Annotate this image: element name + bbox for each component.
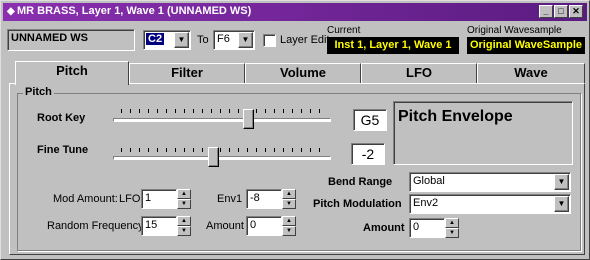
spin-down-icon[interactable]: ▼ bbox=[177, 199, 191, 209]
root-key-value: G5 bbox=[353, 109, 387, 131]
random-amount-input[interactable]: 0 bbox=[246, 216, 282, 236]
app-icon: ◆ bbox=[7, 6, 15, 17]
fine-tune-slider-thumb[interactable] bbox=[208, 147, 220, 167]
env1-label: Env1 bbox=[217, 193, 243, 205]
tab-wave[interactable]: Wave bbox=[477, 63, 585, 83]
wave-name-display: UNNAMED WS bbox=[7, 29, 135, 51]
bend-range-select[interactable]: Global ▼ bbox=[409, 172, 571, 192]
tab-volume[interactable]: Volume bbox=[245, 63, 361, 83]
bend-range-label: Bend Range bbox=[328, 176, 393, 188]
spin-down-icon[interactable]: ▼ bbox=[282, 226, 296, 236]
spin-up-icon[interactable]: ▲ bbox=[282, 216, 296, 226]
pitch-group-title: Pitch bbox=[23, 86, 54, 98]
spin-up-icon[interactable]: ▲ bbox=[177, 216, 191, 226]
to-label: To bbox=[197, 34, 209, 46]
modulation-amount-spinner[interactable]: ▲ ▼ bbox=[445, 218, 459, 238]
current-value: Inst 1, Layer 1, Wave 1 bbox=[327, 37, 459, 54]
random-frequency-spinner[interactable]: ▲ ▼ bbox=[177, 216, 191, 236]
fine-tune-track[interactable] bbox=[113, 156, 331, 160]
spin-down-icon[interactable]: ▼ bbox=[177, 226, 191, 236]
spin-down-icon[interactable]: ▼ bbox=[282, 199, 296, 209]
from-key-select[interactable]: C2 ▼ bbox=[143, 30, 191, 50]
maximize-button[interactable]: □ bbox=[554, 5, 568, 18]
tab-filter[interactable]: Filter bbox=[129, 63, 245, 83]
spin-up-icon[interactable]: ▲ bbox=[282, 189, 296, 199]
chevron-down-icon[interactable]: ▼ bbox=[174, 32, 189, 48]
window-title: MR BRASS, Layer 1, Wave 1 (UNNAMED WS) bbox=[17, 5, 252, 17]
random-frequency-input[interactable]: 15 bbox=[141, 216, 177, 236]
chevron-down-icon[interactable]: ▼ bbox=[238, 32, 253, 48]
bend-range-value: Global bbox=[413, 175, 445, 187]
pitch-modulation-select[interactable]: Env2 ▼ bbox=[409, 194, 571, 214]
root-key-ticks bbox=[121, 109, 325, 113]
root-key-track[interactable] bbox=[113, 118, 331, 122]
tab-lfo[interactable]: LFO bbox=[361, 63, 477, 83]
modulation-amount-input[interactable]: 0 bbox=[409, 218, 445, 238]
tab-pitch[interactable]: Pitch bbox=[15, 61, 129, 85]
current-label: Current bbox=[327, 25, 361, 36]
lfo-label: LFO bbox=[119, 193, 141, 205]
chevron-down-icon[interactable]: ▼ bbox=[554, 196, 569, 212]
title-bar[interactable]: ◆ MR BRASS, Layer 1, Wave 1 (UNNAMED WS)… bbox=[3, 3, 587, 21]
random-frequency-label: Random Frequency bbox=[47, 220, 144, 232]
env1-amount-input[interactable]: -8 bbox=[246, 189, 282, 209]
to-key-value: F6 bbox=[217, 33, 230, 45]
fine-tune-label: Fine Tune bbox=[37, 144, 89, 156]
original-wavesample-value: Original WaveSample bbox=[467, 37, 585, 54]
spin-up-icon[interactable]: ▲ bbox=[177, 189, 191, 199]
modulation-amount-label: Amount bbox=[363, 222, 405, 234]
spin-down-icon[interactable]: ▼ bbox=[445, 228, 459, 238]
spin-up-icon[interactable]: ▲ bbox=[445, 218, 459, 228]
random-amount-spinner[interactable]: ▲ ▼ bbox=[282, 216, 296, 236]
root-key-label: Root Key bbox=[37, 112, 86, 124]
pitch-modulation-label: Pitch Modulation bbox=[313, 198, 402, 210]
lfo-amount-spinner[interactable]: ▲ ▼ bbox=[177, 189, 191, 209]
minimize-button[interactable]: _ bbox=[539, 5, 553, 18]
from-key-value: C2 bbox=[146, 33, 165, 45]
main-window: ◆ MR BRASS, Layer 1, Wave 1 (UNNAMED WS)… bbox=[0, 0, 590, 260]
fine-tune-ticks bbox=[121, 148, 325, 152]
layer-edit-label: Layer Edit bbox=[280, 34, 330, 46]
random-amount-label: Amount bbox=[206, 220, 244, 232]
original-wavesample-label: Original Wavesample bbox=[467, 25, 562, 36]
chevron-down-icon[interactable]: ▼ bbox=[554, 174, 569, 190]
env1-amount-spinner[interactable]: ▲ ▼ bbox=[282, 189, 296, 209]
fine-tune-value: -2 bbox=[351, 143, 385, 165]
close-button[interactable]: ✕ bbox=[569, 5, 583, 18]
pitch-envelope-box: Pitch Envelope bbox=[393, 101, 573, 165]
root-key-slider-thumb[interactable] bbox=[243, 109, 255, 129]
pitch-modulation-value: Env2 bbox=[413, 197, 439, 209]
to-key-select[interactable]: F6 ▼ bbox=[213, 30, 255, 50]
mod-amount-label: Mod Amount: bbox=[53, 193, 118, 205]
pitch-envelope-title: Pitch Envelope bbox=[398, 108, 513, 125]
lfo-amount-input[interactable]: 1 bbox=[141, 189, 177, 209]
layer-edit-checkbox[interactable] bbox=[263, 34, 276, 47]
